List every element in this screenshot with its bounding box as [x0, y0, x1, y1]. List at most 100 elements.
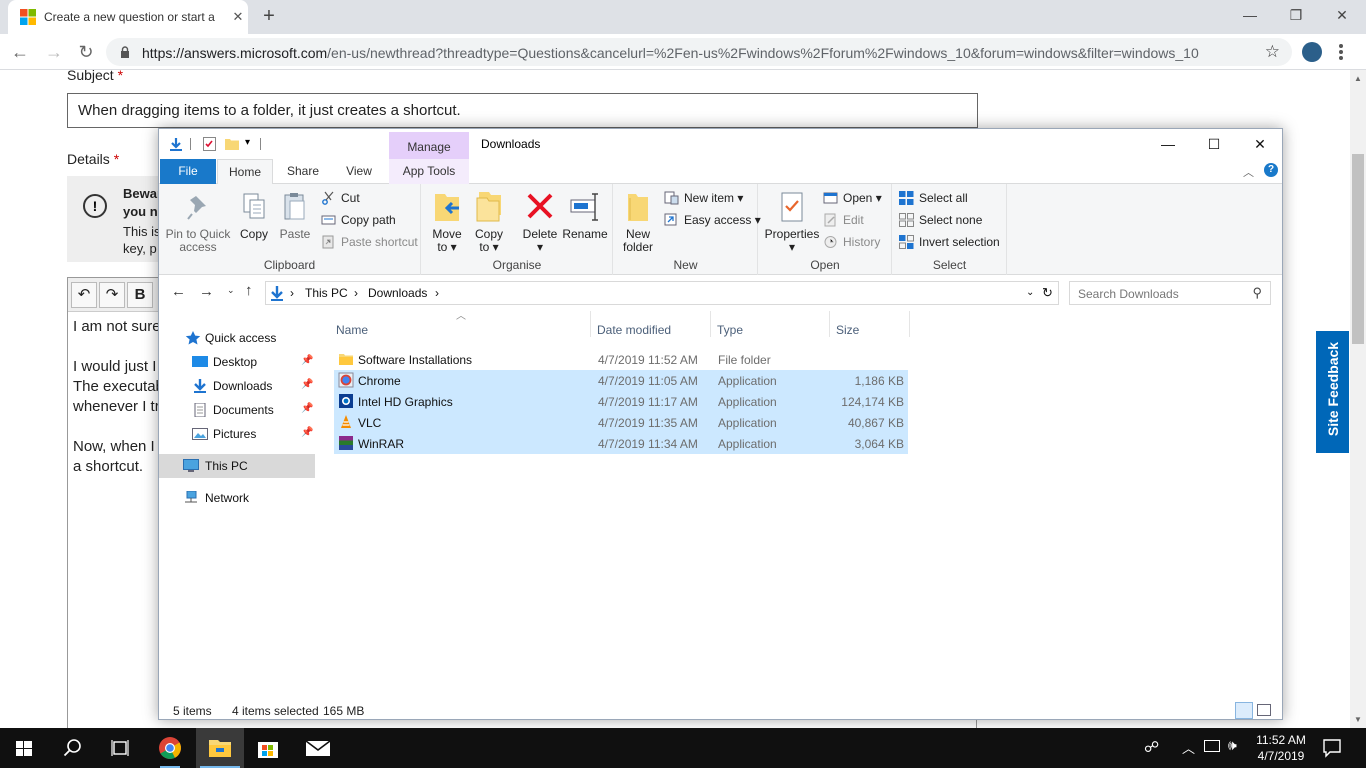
history-button[interactable]: History	[823, 233, 880, 251]
copy-to-button[interactable]: Copy to ▾	[470, 190, 508, 254]
collapse-ribbon-icon[interactable]: ︿	[1243, 164, 1254, 180]
refresh-icon[interactable]: ↻	[1042, 285, 1053, 301]
file-size: 1,186 KB	[854, 374, 904, 388]
column-type[interactable]: Type	[717, 323, 743, 337]
delete-button[interactable]: Delete ▾	[520, 190, 560, 254]
bookmark-star-icon[interactable]: ☆	[1265, 42, 1280, 62]
large-icons-view-icon[interactable]	[1257, 704, 1271, 716]
new-tab-button[interactable]: +	[258, 6, 280, 28]
copy-path-button[interactable]: Copy path	[321, 211, 396, 229]
details-view-icon[interactable]	[1235, 702, 1253, 719]
store-icon[interactable]	[244, 728, 292, 768]
nav-desktop[interactable]: Desktop 📌	[159, 350, 315, 374]
customize-quick-access-icon[interactable]: ▾	[245, 137, 250, 148]
move-to-button[interactable]: Move to ▾	[428, 190, 466, 254]
breadcrumb-this-pc[interactable]: This PC	[305, 286, 348, 300]
chrome-icon[interactable]	[146, 728, 194, 768]
clock[interactable]: 11:52 AM 4/7/2019	[1250, 732, 1312, 764]
edit-button[interactable]: Edit	[823, 211, 864, 229]
nav-pictures[interactable]: Pictures 📌	[159, 422, 315, 446]
easy-access-button[interactable]: Easy access ▾	[664, 211, 761, 229]
search-downloads-input[interactable]: Search Downloads ⚲	[1069, 281, 1271, 305]
tab-home[interactable]: Home	[217, 159, 273, 185]
rename-button[interactable]: Rename	[562, 190, 608, 241]
explorer-forward-icon[interactable]: →	[199, 283, 214, 300]
file-row[interactable]: Software Installations 4/7/2019 11:52 AM F…	[334, 349, 908, 370]
tab-share[interactable]: Share	[276, 159, 330, 184]
file-row[interactable]: Chrome 4/7/2019 11:05 AM Application 1,186 …	[334, 370, 908, 391]
column-name[interactable]: Name	[336, 323, 368, 337]
task-view-icon[interactable]	[96, 728, 144, 768]
restore-icon[interactable]: ❐	[1276, 4, 1316, 28]
checklist-icon[interactable]	[203, 137, 216, 151]
bold-button[interactable]: B	[127, 282, 153, 308]
paste-shortcut-button[interactable]: Paste shortcut	[321, 233, 418, 251]
paste-button[interactable]: Paste	[275, 190, 315, 241]
new-folder-quick-icon[interactable]	[225, 137, 239, 150]
new-folder-button[interactable]: New folder	[618, 190, 658, 254]
network-tray-icon[interactable]	[1204, 740, 1220, 752]
browser-tab[interactable]: Create a new question or start a ✕	[8, 0, 248, 34]
action-center-icon[interactable]	[1322, 738, 1342, 758]
explorer-address-bar[interactable]: › This PC › Downloads › ⌄ ↻	[265, 281, 1059, 305]
subject-input[interactable]: When dragging items to a folder, it just…	[67, 93, 978, 128]
volume-icon[interactable]: 🕪	[1228, 737, 1237, 754]
nav-documents[interactable]: Documents 📌	[159, 398, 315, 422]
select-all-button[interactable]: Select all	[899, 189, 968, 207]
nav-downloads[interactable]: Downloads 📌	[159, 374, 315, 398]
url-path: /en-us/newthread?threadtype=Questions&ca…	[327, 45, 1199, 61]
nav-quick-access[interactable]: Quick access	[159, 326, 315, 350]
page-scrollbar[interactable]: ▲ ▼	[1350, 70, 1366, 728]
people-icon[interactable]: ☍	[1144, 738, 1159, 756]
show-hidden-icons[interactable]: ︿	[1182, 738, 1195, 757]
tab-app-tools[interactable]: App Tools	[389, 159, 469, 184]
pin-quick-access-button[interactable]: Pin to Quick access	[165, 190, 231, 254]
open-button[interactable]: Open ▾	[823, 189, 882, 207]
profile-avatar[interactable]	[1302, 42, 1322, 62]
column-size[interactable]: Size	[836, 323, 859, 337]
tab-file[interactable]: File	[160, 159, 216, 184]
file-explorer-icon[interactable]	[196, 728, 244, 768]
explorer-close-icon[interactable]: ✕	[1237, 129, 1283, 159]
close-window-icon[interactable]: ✕	[1322, 4, 1362, 28]
file-row[interactable]: Intel HD Graphics 4/7/2019 11:17 AM Applic…	[334, 391, 908, 412]
recent-locations-icon[interactable]: ⌄	[227, 285, 235, 296]
breadcrumb-downloads[interactable]: Downloads	[368, 286, 427, 300]
reload-icon[interactable]: ↻	[76, 42, 96, 62]
file-row[interactable]: WinRAR 4/7/2019 11:34 AM Application 3,064 …	[334, 433, 908, 454]
new-item-button[interactable]: New item ▾	[664, 189, 743, 207]
back-icon[interactable]: ←	[10, 42, 30, 62]
forward-icon[interactable]: →	[44, 42, 64, 62]
file-date: 4/7/2019 11:05 AM	[598, 374, 698, 388]
explorer-back-icon[interactable]: ←	[171, 283, 186, 300]
properties-quick-icon[interactable]	[169, 137, 183, 151]
site-feedback-button[interactable]: Site Feedback	[1316, 331, 1349, 453]
select-none-button[interactable]: Select none	[899, 211, 982, 229]
browser-menu-icon[interactable]	[1336, 42, 1346, 62]
nav-this-pc[interactable]: This PC	[159, 454, 315, 478]
mail-icon[interactable]	[294, 728, 342, 768]
status-bar: 5 items 4 items selected 165 MB	[159, 701, 1282, 721]
undo-button[interactable]: ↶	[71, 282, 97, 308]
explorer-maximize-icon[interactable]: ☐	[1191, 129, 1237, 159]
up-folder-icon[interactable]: ↑	[245, 282, 253, 299]
address-bar[interactable]: https://answers.microsoft.com/en-us/newt…	[106, 38, 1292, 66]
help-icon[interactable]: ?	[1264, 163, 1278, 177]
minimize-icon[interactable]: —	[1230, 4, 1270, 28]
explorer-minimize-icon[interactable]: —	[1145, 129, 1191, 159]
scroll-thumb[interactable]	[1352, 154, 1364, 344]
address-dropdown-icon[interactable]: ⌄	[1026, 287, 1034, 298]
redo-button[interactable]: ↷	[99, 282, 125, 308]
invert-selection-button[interactable]: Invert selection	[899, 233, 1000, 251]
close-tab-icon[interactable]: ✕	[230, 9, 246, 25]
cut-button[interactable]: Cut	[321, 189, 360, 207]
copy-button[interactable]: Copy	[235, 190, 273, 241]
file-row[interactable]: VLC 4/7/2019 11:35 AM Application 40,867 KB	[334, 412, 908, 433]
tab-view[interactable]: View	[333, 159, 385, 184]
windows-start-icon[interactable]	[0, 728, 48, 768]
nav-network[interactable]: Network	[159, 486, 315, 510]
column-date-modified[interactable]: Date modified	[597, 323, 671, 337]
search-icon[interactable]	[48, 728, 96, 768]
manage-context-tab[interactable]: Manage	[389, 132, 469, 159]
properties-button[interactable]: Properties ▾	[763, 190, 821, 254]
